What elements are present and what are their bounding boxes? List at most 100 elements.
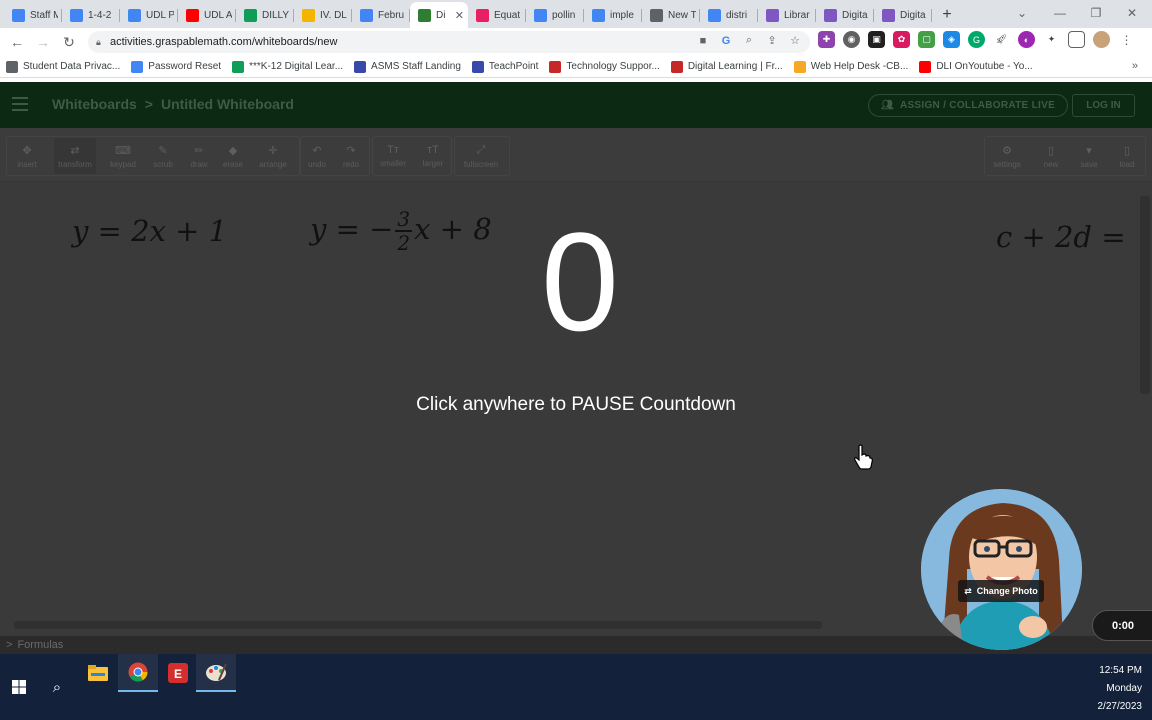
browser-tab[interactable]: New T [642, 2, 700, 28]
tool-redo[interactable]: ↷ redo [330, 138, 372, 174]
extension-purple-icon[interactable]: ◐ [1018, 31, 1035, 48]
bookmark-item[interactable]: Digital Learning | Fr... [670, 60, 783, 73]
tool-settings[interactable]: ⚙ settings [986, 138, 1028, 174]
browser-tab[interactable]: Digita [874, 2, 932, 28]
grammarly-icon[interactable]: G [968, 31, 985, 48]
red-app-icon[interactable]: E [158, 654, 198, 692]
windows-start-icon[interactable] [0, 668, 38, 706]
bookmark-star-icon[interactable]: ☆ [788, 34, 802, 47]
tab-search-icon[interactable]: ⌄ [1004, 0, 1040, 26]
tool-transform[interactable]: ⇄ transform [54, 138, 96, 174]
bookmark-item[interactable]: Password Reset [131, 60, 221, 73]
rocket-icon[interactable]: 🚀︎ [993, 31, 1010, 48]
vertical-scrollbar[interactable] [1140, 196, 1150, 394]
tool-erase[interactable]: ◆ erase [212, 138, 254, 174]
browser-tab[interactable]: Equat [468, 2, 526, 28]
share-icon[interactable]: ⇪ [765, 34, 779, 47]
tab-close-icon[interactable]: ✕ [455, 9, 464, 22]
equation-3[interactable]: c + 2d = 7 [996, 220, 1138, 254]
reload-icon[interactable]: ↻ [56, 29, 82, 55]
tool-fullscreen[interactable]: ⤢ fullscreen [460, 138, 502, 174]
tool-larger[interactable]: тT larger [412, 138, 454, 174]
bookmark-item[interactable]: Web Help Desk -CB... [793, 60, 908, 73]
system-clock[interactable]: 12:54 PM Monday 2/27/2023 [1098, 662, 1143, 716]
browser-tab[interactable]: DILLY [236, 2, 294, 28]
tab-title: Di [436, 9, 446, 21]
browser-tab[interactable]: distri [700, 2, 758, 28]
bookmarks-overflow-icon[interactable]: » [1132, 60, 1138, 72]
bookmark-item[interactable]: TeachPoint [471, 60, 539, 73]
back-icon[interactable]: ← [4, 29, 30, 55]
equation-2[interactable]: y = −3 2 x + 8 [310, 208, 492, 254]
tool-load[interactable]: ▯ load [1106, 138, 1148, 174]
tab-title: New T [668, 9, 696, 21]
insert-icon: ✥ [22, 144, 32, 157]
browser-menu-icon[interactable]: ⋮ [1118, 31, 1135, 48]
equation-1[interactable]: y = 2x + 1 [72, 214, 227, 248]
tool-label: new [1043, 159, 1059, 169]
search-icon[interactable]: ⌕ [38, 668, 76, 706]
tool-label: erase [222, 159, 243, 169]
bookmark-item[interactable]: DLI OnYoutube - Yo... [919, 60, 1033, 73]
extension-green-icon[interactable]: ▢ [918, 31, 935, 48]
forward-icon[interactable]: → [30, 29, 56, 55]
breadcrumb-whiteboards[interactable]: Whiteboards [52, 96, 137, 112]
google-icon [708, 8, 721, 22]
close-window-button[interactable]: ✕ [1114, 0, 1150, 26]
bookmark-item[interactable]: Technology Suppor... [549, 60, 660, 73]
minimize-button[interactable]: — [1042, 0, 1078, 26]
profile-avatar[interactable] [1093, 31, 1110, 48]
whiteboard-title[interactable]: Untitled Whiteboard [161, 96, 294, 112]
tool-arrange[interactable]: ✛ arrange [252, 138, 294, 174]
browser-tab[interactable]: Digita [816, 2, 874, 28]
formulas-label: Formulas [17, 639, 64, 651]
assign-collaborate-button[interactable]: 👥︎ ASSIGN / COLLABORATE LIVE [868, 94, 1068, 117]
camera-icon[interactable]: ■ [696, 35, 710, 47]
tool-insert[interactable]: ✥ insert [6, 138, 48, 174]
browser-tab[interactable]: UDL A [178, 2, 236, 28]
zoom-icon[interactable]: ⌕ [742, 34, 756, 47]
bookmark-label: TeachPoint [488, 61, 539, 72]
side-panel-icon[interactable] [1068, 31, 1085, 48]
google-lens-icon[interactable]: G [719, 35, 733, 47]
browser-tab[interactable]: UDL P [120, 2, 178, 28]
extension-flower-icon[interactable]: ✿ [893, 31, 910, 48]
tool-new[interactable]: ▯ new [1030, 138, 1072, 174]
horizontal-scrollbar[interactable] [14, 621, 822, 629]
hamburger-menu-icon[interactable] [12, 97, 28, 111]
tool-keypad[interactable]: ⌨ keypad [102, 138, 144, 174]
address-bar[interactable]: 🔒︎ activities.graspablemath.com/whiteboa… [88, 31, 810, 53]
browser-tab[interactable]: Di ✕ [410, 2, 468, 28]
browser-tab[interactable]: Librar [758, 2, 816, 28]
extension-blue-icon[interactable]: ◈ [943, 31, 960, 48]
browser-tab[interactable]: pollin [526, 2, 584, 28]
browser-tab[interactable]: imple [584, 2, 642, 28]
tool-smaller[interactable]: Tт smaller [372, 138, 414, 174]
extension-puzzle-icon[interactable]: ✚ [818, 31, 835, 48]
paint-app-icon[interactable] [196, 654, 236, 692]
restore-button[interactable]: ❐ [1078, 0, 1114, 26]
login-button[interactable]: LOG IN [1072, 94, 1135, 117]
countdown-number[interactable]: 0 [480, 212, 680, 352]
chrome-taskbar-icon[interactable] [118, 654, 158, 692]
pear-deck-icon [476, 8, 489, 22]
browser-tab[interactable]: 1-4-2 [62, 2, 120, 28]
bookmark-item[interactable]: Student Data Privac... [6, 60, 120, 73]
presenter-avatar[interactable] [921, 489, 1082, 650]
bookmarks-bar: Student Data Privac... Password Reset ***K… [0, 56, 1152, 78]
tool-label: scrub [153, 159, 173, 169]
extension-screencast-icon[interactable]: ▣ [868, 31, 885, 48]
browser-tab[interactable]: Febru [352, 2, 410, 28]
file-explorer-icon[interactable] [78, 654, 118, 692]
tool-save[interactable]: ▾ save [1068, 138, 1110, 174]
fraction-denominator: 2 [397, 231, 411, 255]
change-photo-button[interactable]: ⇄ Change Photo [958, 580, 1044, 602]
pause-countdown-message[interactable]: Click anywhere to PAUSE Countdown [300, 394, 852, 416]
browser-tab[interactable]: IV. DL [294, 2, 352, 28]
new-tab-button[interactable]: + [932, 2, 962, 28]
extensions-puzzle-icon[interactable]: ✦ [1043, 31, 1060, 48]
bookmark-item[interactable]: ASMS Staff Landing [354, 60, 461, 73]
browser-tab[interactable]: Staff M [4, 2, 62, 28]
bookmark-item[interactable]: ***K-12 Digital Lear... [232, 60, 343, 73]
extension-circle-icon[interactable]: ◉ [843, 31, 860, 48]
